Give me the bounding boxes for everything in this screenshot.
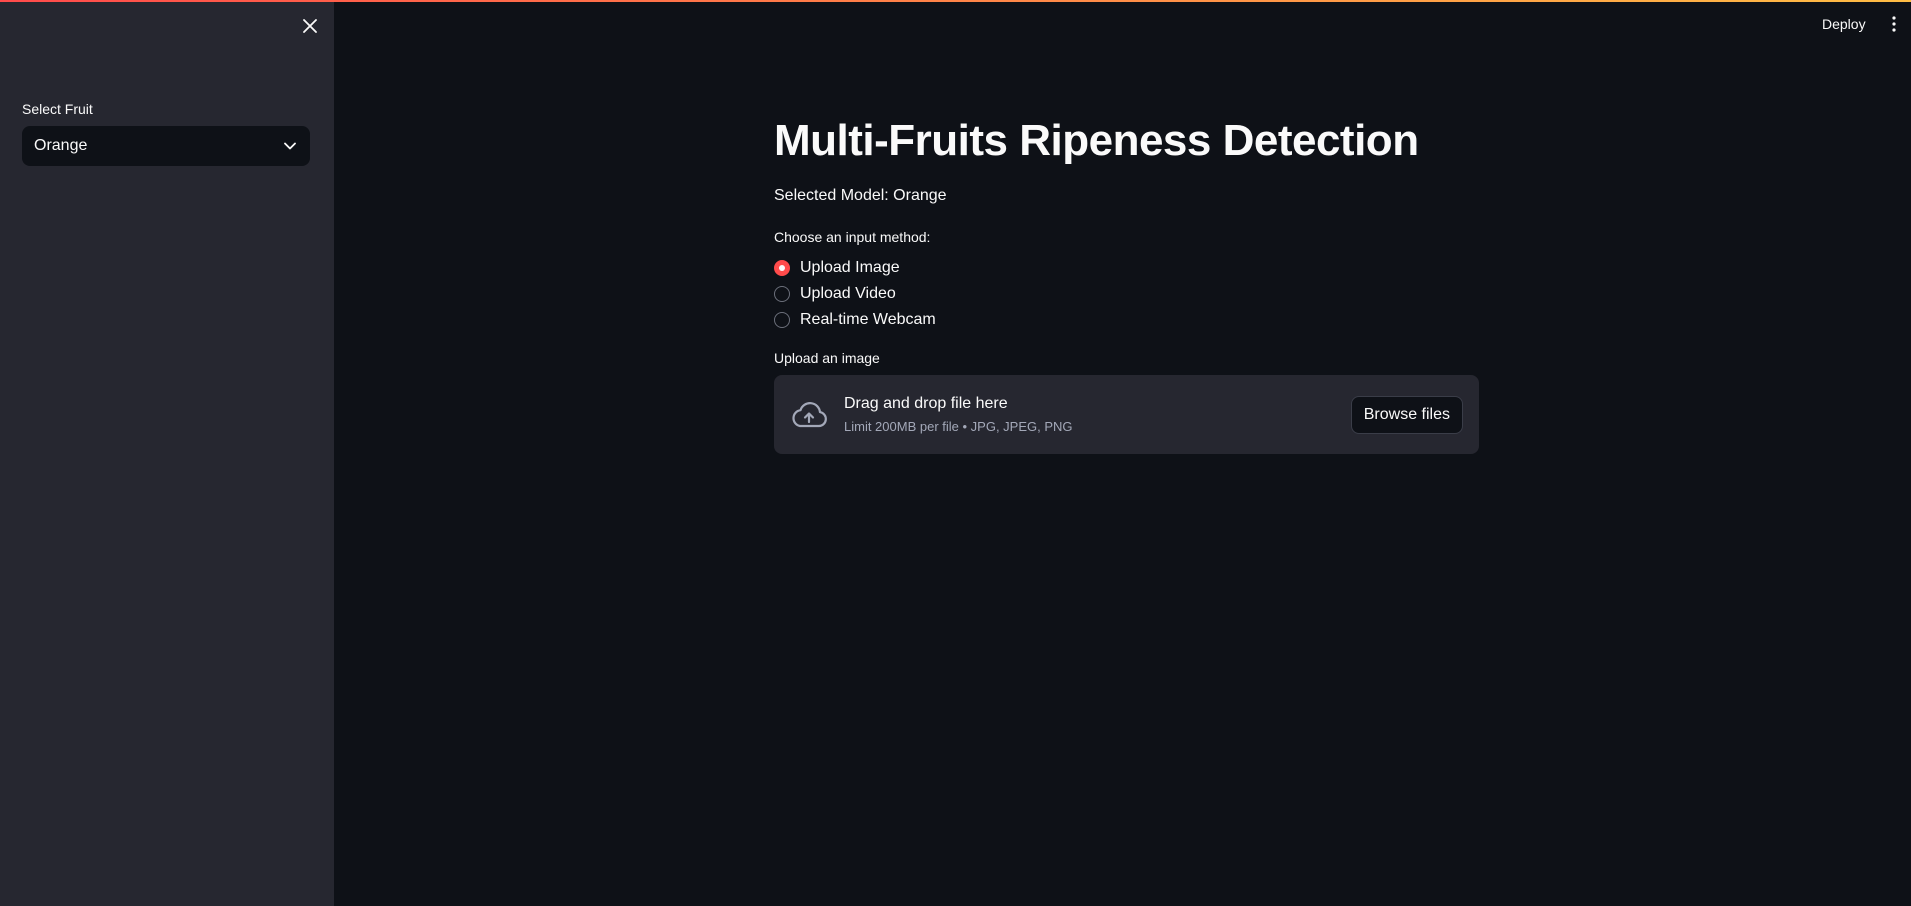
chevron-down-icon [282, 138, 298, 154]
input-method-label: Choose an input method: [774, 229, 931, 245]
radio-label: Real-time Webcam [800, 311, 936, 328]
deploy-button[interactable]: Deploy [1818, 14, 1870, 34]
select-fruit-label: Select Fruit [22, 101, 93, 117]
top-decoration-bar [0, 0, 1911, 2]
dropzone-title: Drag and drop file here [844, 395, 1008, 412]
radio-label: Upload Image [800, 259, 900, 276]
selected-model-text: Selected Model: Orange [774, 187, 947, 204]
browse-files-button[interactable]: Browse files [1350, 395, 1463, 434]
radio-label: Upload Video [800, 285, 896, 302]
radio-realtime-webcam[interactable]: Real-time Webcam [774, 307, 936, 333]
input-method-radio-group: Upload Image Upload Video Real-time Webc… [774, 255, 936, 333]
page-title: Multi-Fruits Ripeness Detection [774, 116, 1419, 165]
fruit-select-value: Orange [34, 137, 88, 154]
file-dropzone[interactable]: Drag and drop file here Limit 200MB per … [774, 375, 1479, 454]
fruit-select[interactable]: Orange [22, 126, 310, 166]
dropzone-limit-text: Limit 200MB per file • JPG, JPEG, PNG [844, 419, 1073, 434]
uploader-label: Upload an image [774, 350, 880, 366]
radio-unchecked-icon [774, 312, 790, 328]
radio-upload-image[interactable]: Upload Image [774, 255, 936, 281]
radio-unchecked-icon [774, 286, 790, 302]
sidebar: Select Fruit Orange [0, 0, 334, 906]
close-icon[interactable] [298, 14, 322, 38]
radio-checked-icon [774, 260, 790, 276]
more-vertical-icon[interactable] [1886, 14, 1902, 34]
cloud-upload-icon [790, 396, 828, 434]
radio-upload-video[interactable]: Upload Video [774, 281, 936, 307]
